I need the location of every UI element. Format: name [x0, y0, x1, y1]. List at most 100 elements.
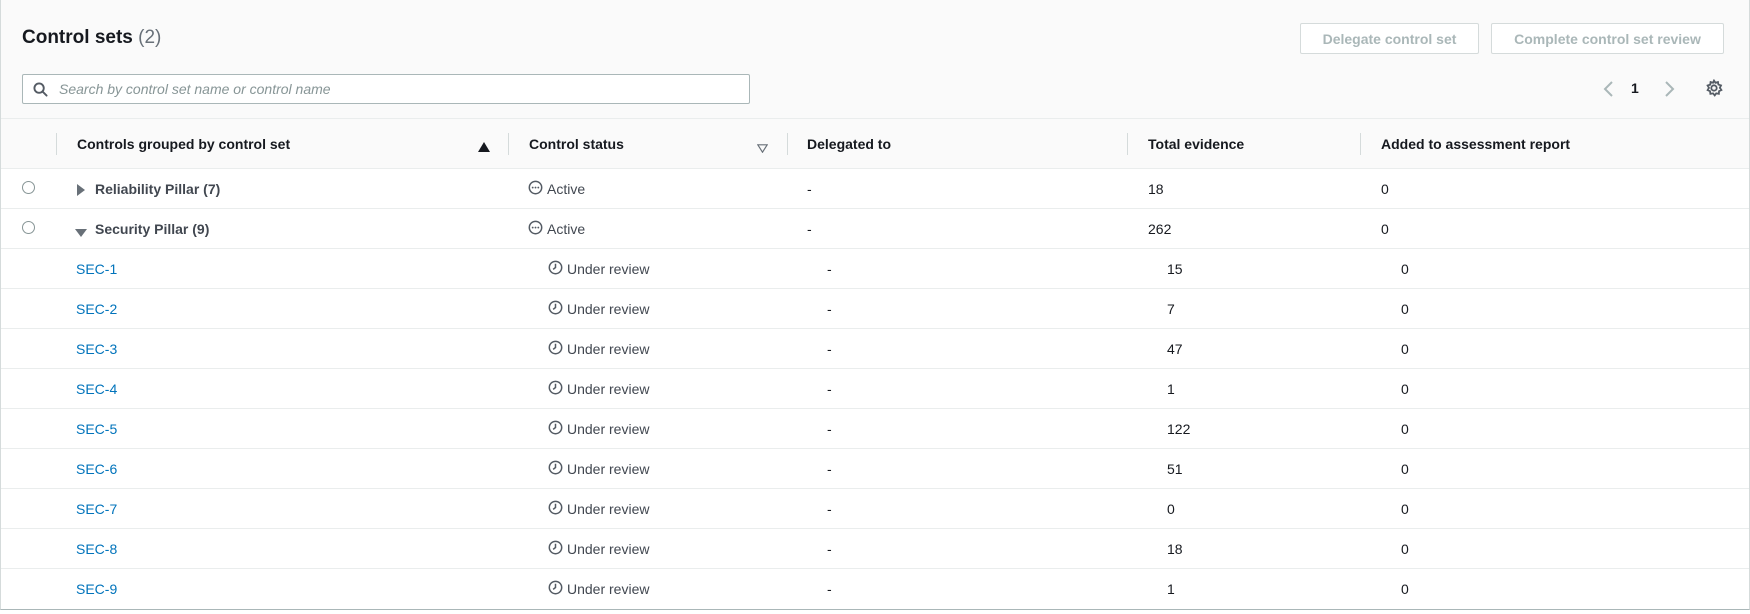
delegated-to: - — [827, 381, 832, 397]
column-header-delegated[interactable]: Delegated to — [807, 136, 891, 152]
delegate-button-label: Delegate control set — [1322, 30, 1457, 47]
chevron-left-icon[interactable] — [1602, 80, 1616, 103]
column-divider — [1360, 133, 1361, 155]
status-text: Under review — [567, 581, 650, 597]
row-select-radio[interactable] — [22, 181, 35, 194]
delegated-to: - — [807, 221, 812, 237]
row-select-radio[interactable] — [22, 221, 35, 234]
added-to-report: 0 — [1401, 341, 1409, 357]
title-text: Control sets — [22, 27, 133, 48]
delegated-to: - — [827, 261, 832, 277]
clock-icon — [548, 580, 563, 598]
status-text: Under review — [567, 261, 650, 277]
control-row: SEC-8 Under review - 18 0 — [1, 529, 1749, 569]
sort-descending-outline-icon[interactable] — [756, 140, 769, 158]
chevron-right-icon[interactable] — [1662, 80, 1676, 103]
added-to-report: 0 — [1401, 501, 1409, 517]
control-row: SEC-4 Under review - 1 0 — [1, 369, 1749, 409]
status-text: Active — [547, 221, 586, 237]
added-to-report: 0 — [1401, 581, 1409, 597]
clock-icon — [548, 380, 563, 398]
title-count: (2) — [138, 27, 162, 48]
control-link[interactable]: SEC-9 — [76, 581, 117, 597]
total-evidence: 1 — [1167, 581, 1175, 597]
status-cell: Active — [528, 180, 585, 198]
complete-control-set-review-button[interactable]: Complete control set review — [1491, 23, 1724, 54]
status-cell: Under review — [548, 380, 649, 398]
sort-ascending-icon[interactable] — [478, 139, 490, 157]
complete-button-label: Complete control set review — [1514, 30, 1701, 47]
added-to-report: 0 — [1401, 381, 1409, 397]
ellipsis-circle-icon — [528, 220, 543, 238]
total-evidence: 51 — [1167, 461, 1183, 477]
clock-icon — [548, 460, 563, 478]
status-text: Under review — [567, 301, 650, 317]
status-text: Under review — [567, 421, 650, 437]
status-text: Under review — [567, 341, 650, 357]
control-link[interactable]: SEC-2 — [76, 301, 117, 317]
status-text: Under review — [567, 501, 650, 517]
control-row: SEC-7 Under review - 0 0 — [1, 489, 1749, 529]
status-cell: Under review — [548, 580, 649, 598]
status-text: Active — [547, 181, 586, 197]
added-to-report: 0 — [1401, 301, 1409, 317]
control-link[interactable]: SEC-5 — [76, 421, 117, 437]
status-cell: Active — [528, 220, 585, 238]
current-page-number[interactable]: 1 — [1631, 80, 1639, 96]
control-row: SEC-5 Under review - 122 0 — [1, 409, 1749, 449]
page-title: Control sets (2) — [22, 27, 161, 49]
column-divider — [787, 133, 788, 155]
delegated-to: - — [827, 301, 832, 317]
clock-icon — [548, 300, 563, 318]
delegated-to: - — [827, 421, 832, 437]
delegated-to: - — [827, 581, 832, 597]
delegated-to: - — [827, 541, 832, 557]
total-evidence: 1 — [1167, 381, 1175, 397]
control-set-row[interactable]: Security Pillar (9) Active - 262 0 — [1, 209, 1749, 249]
column-header-controls[interactable]: Controls grouped by control set — [77, 136, 290, 152]
control-sets-panel: Control sets (2) Delegate control set Co… — [0, 0, 1750, 610]
total-evidence: 18 — [1148, 181, 1164, 197]
search-input[interactable] — [57, 79, 737, 99]
status-cell: Under review — [548, 460, 649, 478]
control-set-row[interactable]: Reliability Pillar (7) Active - 18 0 — [1, 169, 1749, 209]
control-link[interactable]: SEC-8 — [76, 541, 117, 557]
column-header-report[interactable]: Added to assessment report — [1381, 136, 1570, 152]
status-cell: Under review — [548, 420, 649, 438]
ellipsis-circle-icon — [528, 180, 543, 198]
clock-icon — [548, 420, 563, 438]
status-text: Under review — [567, 461, 650, 477]
column-divider — [508, 133, 509, 155]
control-set-name[interactable]: Security Pillar (9) — [95, 221, 209, 237]
total-evidence: 122 — [1167, 421, 1191, 437]
control-link[interactable]: SEC-7 — [76, 501, 117, 517]
delegated-to: - — [807, 181, 812, 197]
status-cell: Under review — [548, 300, 649, 318]
clock-icon — [548, 500, 563, 518]
caret-down-icon[interactable] — [75, 225, 87, 241]
control-row: SEC-3 Under review - 47 0 — [1, 329, 1749, 369]
control-row: SEC-2 Under review - 7 0 — [1, 289, 1749, 329]
control-link[interactable]: SEC-6 — [76, 461, 117, 477]
delegate-control-set-button[interactable]: Delegate control set — [1300, 23, 1479, 54]
delegated-to: - — [827, 501, 832, 517]
added-to-report: 0 — [1401, 261, 1409, 277]
column-header-evidence[interactable]: Total evidence — [1148, 136, 1244, 152]
search-box[interactable] — [22, 74, 750, 104]
control-link[interactable]: SEC-3 — [76, 341, 117, 357]
control-row: SEC-6 Under review - 51 0 — [1, 449, 1749, 489]
status-cell: Under review — [548, 500, 649, 518]
control-link[interactable]: SEC-1 — [76, 261, 117, 277]
control-set-name[interactable]: Reliability Pillar (7) — [95, 181, 220, 197]
caret-right-icon[interactable] — [76, 183, 86, 199]
clock-icon — [548, 260, 563, 278]
search-icon — [33, 82, 48, 102]
column-header-status[interactable]: Control status — [529, 136, 624, 152]
gear-icon[interactable] — [1705, 78, 1723, 102]
delegated-to: - — [827, 341, 832, 357]
total-evidence: 0 — [1167, 501, 1175, 517]
clock-icon — [548, 340, 563, 358]
control-link[interactable]: SEC-4 — [76, 381, 117, 397]
total-evidence: 47 — [1167, 341, 1183, 357]
added-to-report: 0 — [1401, 461, 1409, 477]
